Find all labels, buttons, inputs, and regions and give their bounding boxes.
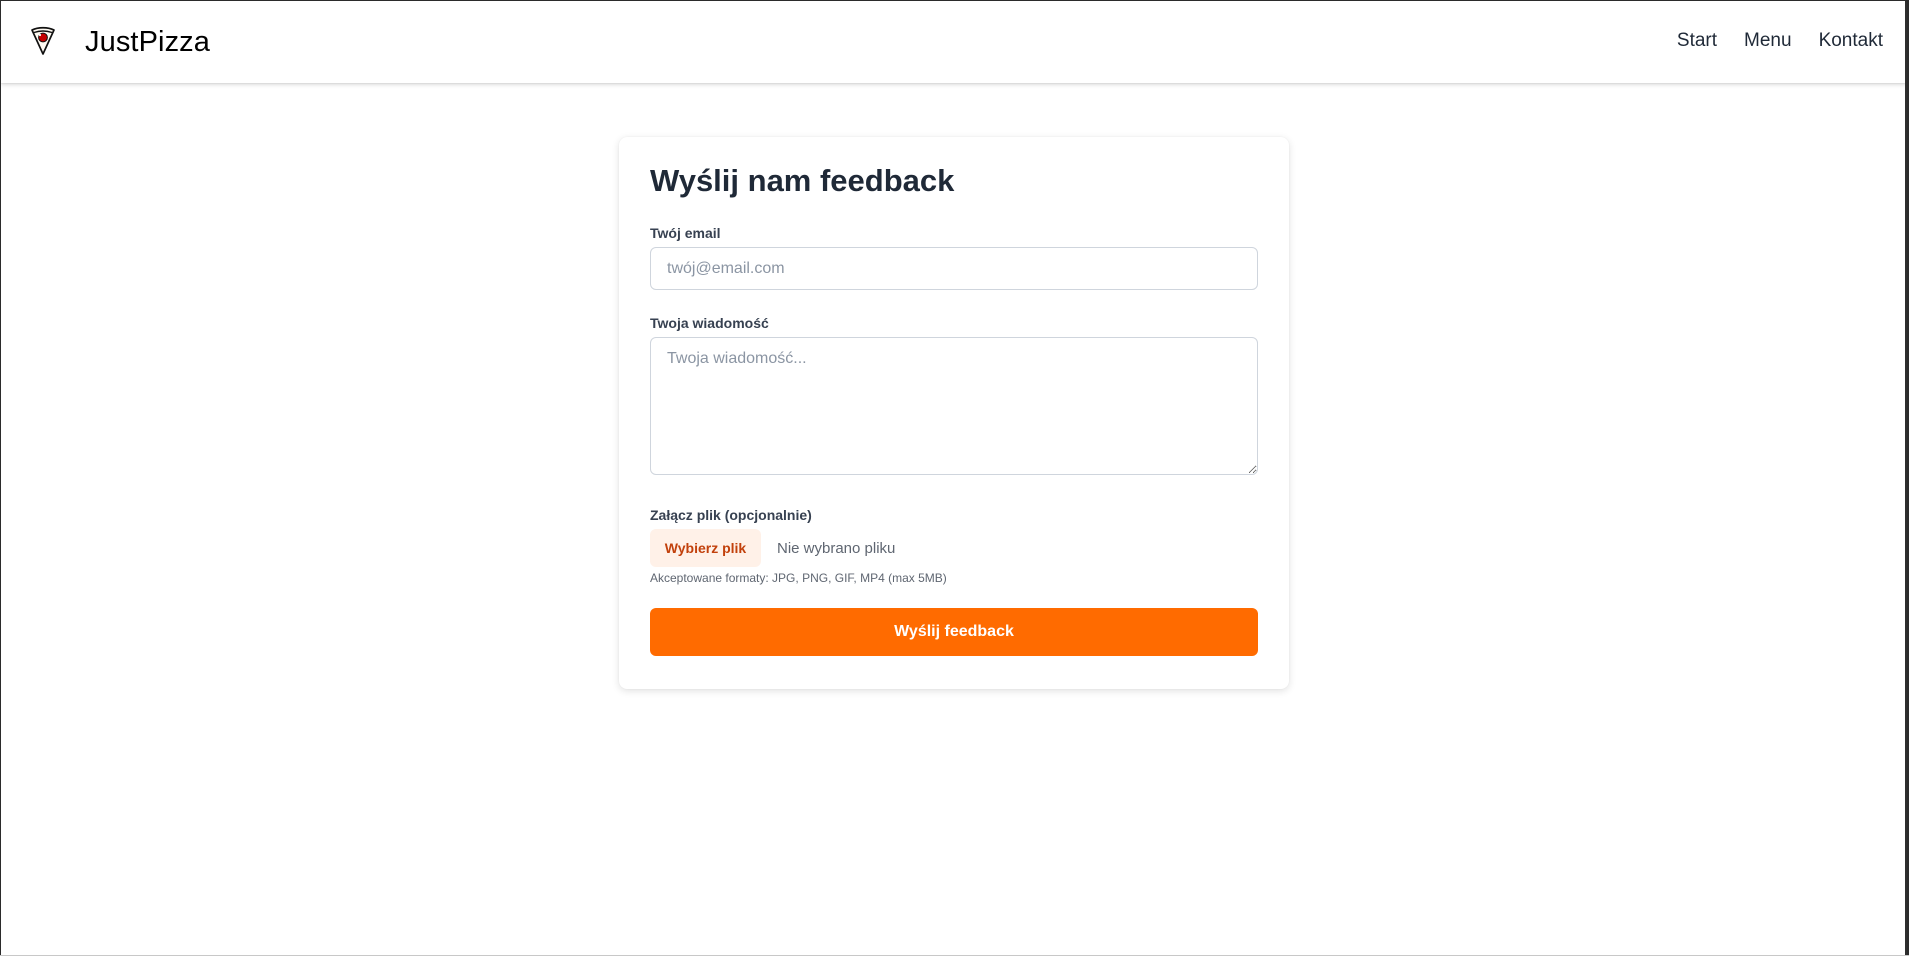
- message-label: Twoja wiadomość: [650, 315, 769, 331]
- site-header: JustPizza Start Menu Kontakt: [1, 1, 1907, 83]
- feedback-card: Wyślij nam feedback Twój email Twoja wia…: [619, 137, 1289, 689]
- choose-file-button[interactable]: Wybierz plik: [650, 529, 761, 567]
- brand-name[interactable]: JustPizza: [85, 24, 210, 60]
- file-format-hint: Akceptowane formaty: JPG, PNG, GIF, MP4 …: [650, 571, 947, 585]
- email-input[interactable]: [650, 247, 1258, 290]
- app-window: JustPizza Start Menu Kontakt Wyślij nam …: [1, 1, 1907, 955]
- main-nav: Start Menu Kontakt: [1677, 29, 1883, 53]
- pizza-icon[interactable]: [30, 26, 56, 56]
- nav-contact-link[interactable]: Kontakt: [1819, 29, 1883, 53]
- file-status: Nie wybrano pliku: [777, 539, 896, 557]
- feedback-title: Wyślij nam feedback: [650, 163, 955, 198]
- file-upload: Wybierz plik Nie wybrano pliku: [650, 529, 895, 567]
- nav-menu-link[interactable]: Menu: [1744, 29, 1792, 53]
- message-textarea[interactable]: [650, 337, 1258, 475]
- file-label: Załącz plik (opcjonalnie): [650, 507, 812, 523]
- submit-feedback-button[interactable]: Wyślij feedback: [650, 608, 1258, 656]
- email-label: Twój email: [650, 225, 721, 241]
- nav-start-link[interactable]: Start: [1677, 29, 1717, 53]
- window-right-edge: [1905, 1, 1907, 955]
